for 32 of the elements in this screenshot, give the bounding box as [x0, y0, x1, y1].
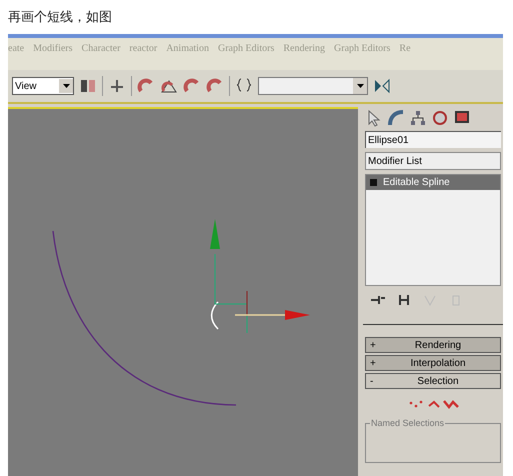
stack-item[interactable]: Editable Spline — [366, 175, 500, 190]
menu-item[interactable]: eate — [8, 40, 24, 56]
menu-item[interactable]: Character — [82, 40, 120, 56]
rollout-title: Rendering — [414, 338, 462, 352]
menu-item[interactable]: Rendering — [283, 40, 326, 56]
object-name-field[interactable]: Ellipse01 — [365, 131, 501, 148]
menu-item[interactable]: Graph Editors — [334, 40, 390, 56]
magnet-icon[interactable] — [137, 77, 155, 95]
menu-item[interactable]: reactor — [129, 40, 158, 56]
expand-icon — [370, 179, 377, 186]
menu-item[interactable]: Animation — [166, 40, 209, 56]
rollout-sign: - — [370, 374, 374, 388]
mirror-icon[interactable] — [373, 77, 391, 95]
modifier-list-dropdown[interactable]: Modifier List — [365, 152, 501, 170]
dropdown-arrow-icon — [356, 84, 364, 88]
dropdown-arrow-icon — [62, 84, 70, 88]
rollout-header[interactable]: + Rendering — [365, 337, 501, 353]
rollout-header[interactable]: - Selection — [365, 373, 501, 389]
selection-set-dropdown[interactable] — [258, 77, 368, 95]
menu-item[interactable]: Re — [399, 40, 411, 56]
viewport-layout-icon[interactable] — [79, 77, 97, 95]
view-dropdown[interactable]: View — [12, 77, 74, 95]
rollout-sign: + — [370, 356, 377, 370]
rollout-title: Selection — [416, 374, 460, 388]
menu-item[interactable]: Modifiers — [33, 40, 73, 56]
rollout-title: Interpolation — [409, 356, 467, 370]
post-caption: 再画个短线，如图 — [8, 8, 112, 26]
rollout-sign: + — [370, 338, 377, 352]
rollout-header[interactable]: + Interpolation — [365, 355, 501, 371]
hierarchy-icon[interactable] — [409, 109, 427, 127]
menu-item[interactable]: Graph Editors — [218, 40, 274, 56]
bend-icon[interactable] — [387, 109, 405, 127]
